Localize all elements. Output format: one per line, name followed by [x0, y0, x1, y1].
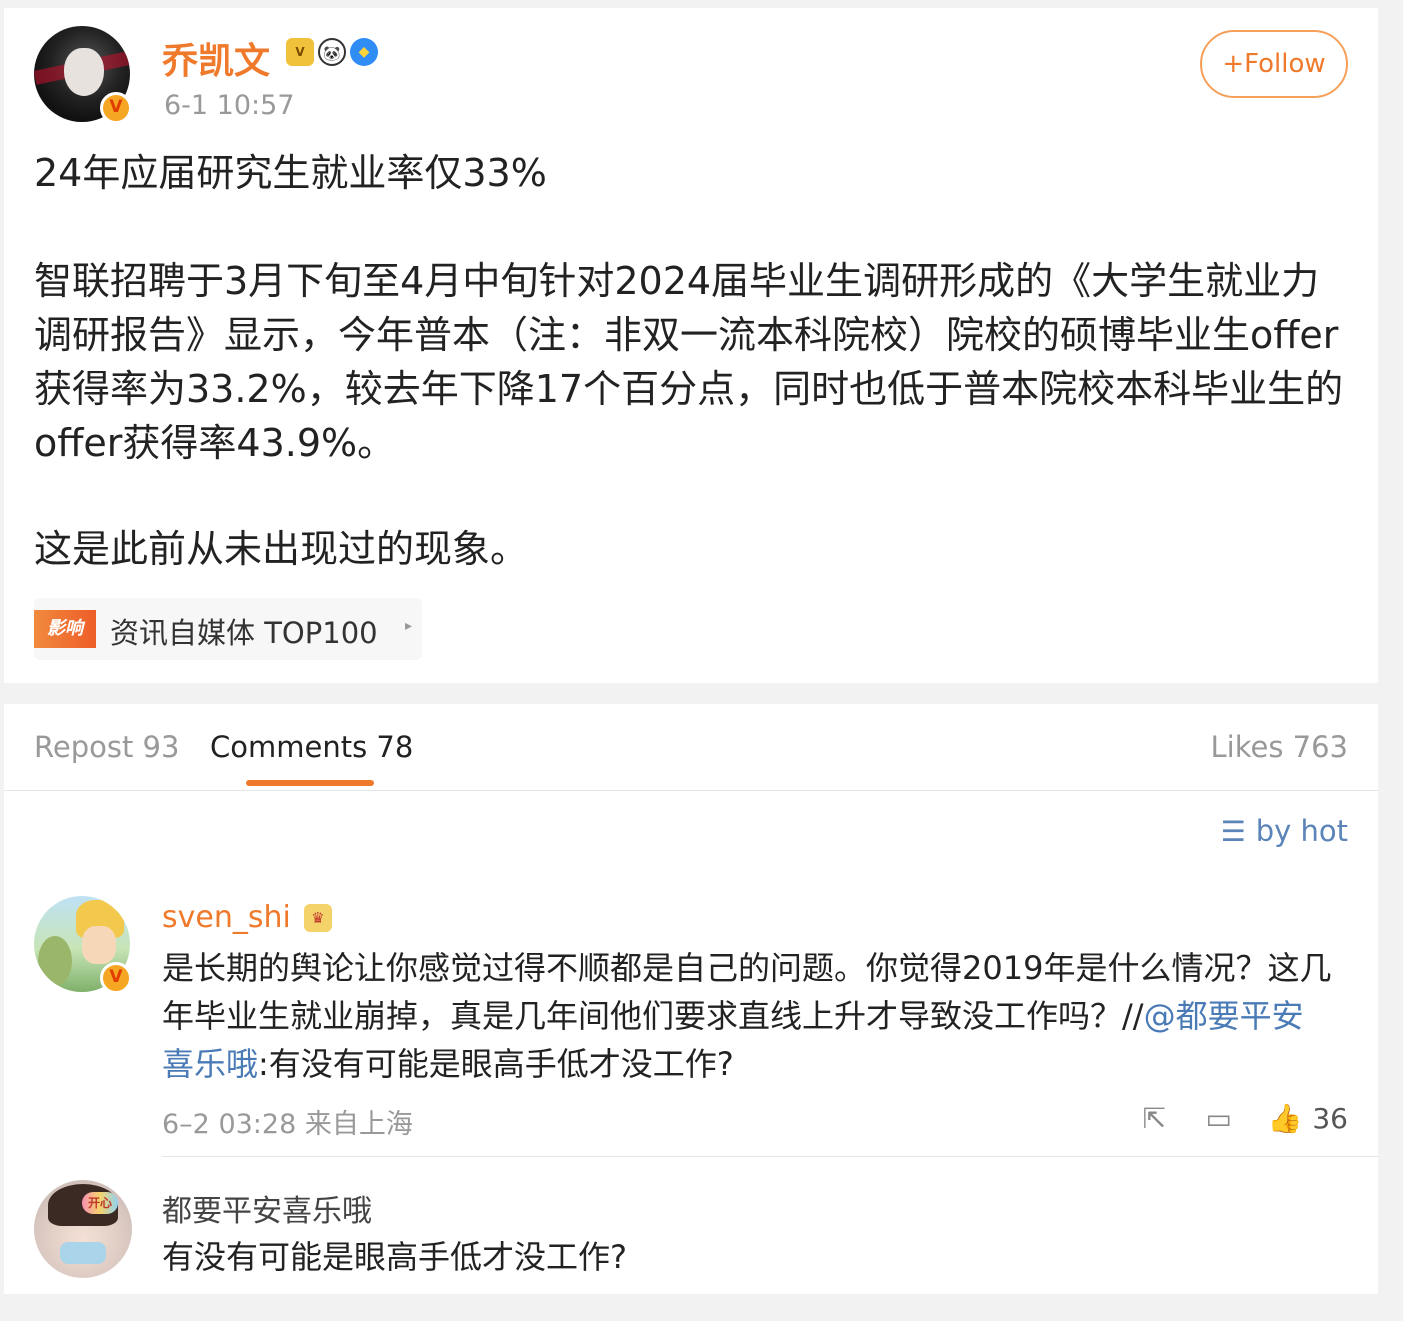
- sort-by-hot-button[interactable]: ☰ by hot: [1221, 814, 1348, 848]
- level-badge-icon[interactable]: V: [286, 38, 314, 66]
- like-count: 36: [1312, 1102, 1348, 1135]
- tabs-divider: [4, 790, 1378, 791]
- post-card: V 乔凯文 V 🐼 ◆ 6-1 10:57 +Follow 24年应届研究生就业…: [4, 8, 1378, 683]
- avatar-tree: [38, 936, 72, 986]
- post-body: 智联招聘于3月下旬至4月中旬针对2024届毕业生调研形成的《大学生就业力调研报告…: [34, 259, 1344, 465]
- author-badges: V 🐼 ◆: [286, 38, 378, 66]
- post-headline: 24年应届研究生就业率仅33%: [34, 151, 547, 195]
- avatar-face: [64, 48, 104, 96]
- commenter-name[interactable]: 都要平安喜乐哦: [162, 1186, 372, 1230]
- comment-text: 有没有可能是眼高手低才没工作?: [162, 1238, 627, 1276]
- share-icon[interactable]: ⇱: [1143, 1102, 1166, 1135]
- crown-icon: ♛: [304, 904, 332, 932]
- post-ending: 这是此前从未出现过的现象。: [34, 527, 529, 571]
- panda-icon[interactable]: 🐼: [318, 38, 346, 66]
- influence-icon: 影响: [34, 610, 96, 648]
- chevron-right-icon: ▸: [404, 618, 412, 634]
- thumbs-up-icon: 👍: [1267, 1102, 1303, 1135]
- verified-v-icon: V: [100, 92, 132, 124]
- tab-repost[interactable]: Repost 93: [34, 730, 179, 764]
- commenter-avatar[interactable]: 开心: [34, 1180, 132, 1278]
- active-tab-indicator: [246, 780, 374, 786]
- commenter-name[interactable]: sven_shi: [162, 900, 291, 935]
- verified-diamond-icon[interactable]: ◆: [350, 38, 378, 66]
- post-timestamp: 6-1 10:57: [164, 90, 295, 121]
- influence-tag[interactable]: 影响 资讯自媒体 TOP100 ▸: [34, 598, 422, 660]
- comment-text: 是长期的舆论让你感觉过得不顺都是自己的问题。你觉得2019年是什么情况？这几年毕…: [162, 944, 1332, 1088]
- comments-card: Repost 93 Comments 78 Likes 763 ☰ by hot…: [4, 704, 1378, 1294]
- reply-icon[interactable]: ▭: [1206, 1102, 1232, 1135]
- sort-icon: ☰: [1220, 814, 1246, 848]
- quoted-text: :有没有可能是眼高手低才没工作?: [258, 1045, 734, 1083]
- comment-meta: 6–2 03:28 来自上海: [162, 1109, 413, 1140]
- author-name[interactable]: 乔凯文: [162, 32, 270, 84]
- comment-divider: [162, 1156, 1378, 1157]
- follow-button[interactable]: +Follow: [1200, 30, 1348, 98]
- sort-label: by hot: [1255, 814, 1348, 848]
- tab-comments[interactable]: Comments 78: [210, 730, 413, 764]
- avatar-mask: [60, 1242, 106, 1264]
- influence-tag-label: 资讯自媒体 TOP100: [110, 616, 378, 650]
- avatar-face: [82, 926, 116, 964]
- avatar-sticker: 开心: [82, 1192, 118, 1214]
- like-button[interactable]: 👍 36: [1267, 1102, 1348, 1135]
- verified-v-icon: V: [100, 962, 132, 994]
- tab-likes[interactable]: Likes 763: [1211, 730, 1349, 764]
